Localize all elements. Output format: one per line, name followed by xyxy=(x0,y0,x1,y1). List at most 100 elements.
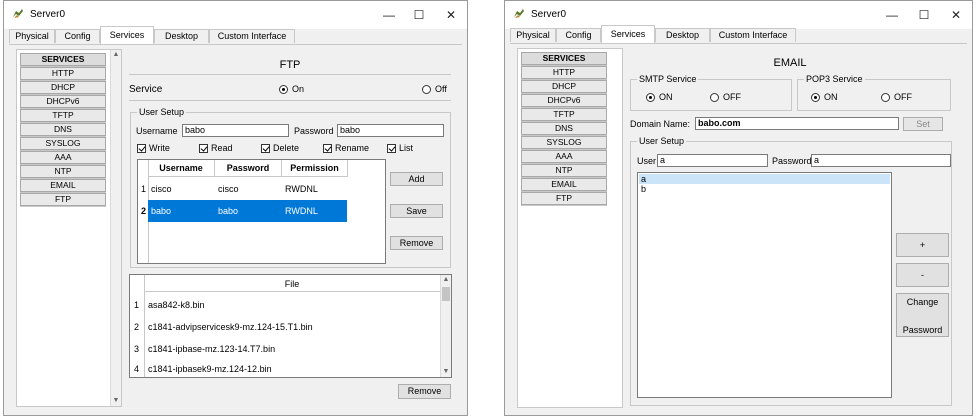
check-icon xyxy=(137,143,146,153)
scroll-down-icon[interactable]: ▼ xyxy=(441,367,451,377)
minimize-icon[interactable]: — xyxy=(374,5,404,25)
save-button[interactable]: Save xyxy=(390,204,443,218)
smtp-off-radio[interactable]: OFF xyxy=(710,92,741,102)
sidebar-item-aaa[interactable]: AAA xyxy=(521,150,607,163)
tab-desktop[interactable]: Desktop xyxy=(154,29,209,43)
remove-user-button[interactable]: Remove xyxy=(390,236,443,250)
sidebar-item-ntp[interactable]: NTP xyxy=(521,164,607,177)
cell-permission: RWDNL xyxy=(285,206,318,216)
tab-physical[interactable]: Physical xyxy=(9,29,55,43)
tab-services[interactable]: Services xyxy=(100,26,154,44)
radio-empty-icon xyxy=(422,84,431,94)
window-title: Server0 xyxy=(531,9,567,20)
domain-name-field[interactable]: babo.com xyxy=(695,117,899,130)
sidebar-item-ntp[interactable]: NTP xyxy=(20,165,106,178)
remove-user-button[interactable]: - xyxy=(896,263,949,287)
sidebar-item-syslog[interactable]: SYSLOG xyxy=(20,137,106,150)
password-label: Password xyxy=(294,126,334,136)
user-setup-label: User Setup xyxy=(637,136,687,146)
tab-bar: Physical Config Services Desktop Custom … xyxy=(9,26,462,45)
list-item[interactable]: b xyxy=(639,184,890,194)
list-checkbox[interactable]: List xyxy=(387,143,413,153)
delete-checkbox[interactable]: Delete xyxy=(261,143,299,153)
service-off-radio[interactable]: Off xyxy=(422,84,447,94)
on-label: On xyxy=(292,84,305,94)
file-list-scrollbar[interactable]: ▲ ▼ xyxy=(440,275,451,377)
sidebar-item-services[interactable]: SERVICES xyxy=(521,52,607,65)
read-checkbox[interactable]: Read xyxy=(199,143,233,153)
file-row[interactable]: 1 asa842-k8.bin xyxy=(130,295,440,316)
remove-file-button[interactable]: Remove xyxy=(398,384,451,399)
tab-custom-interface[interactable]: Custom Interface xyxy=(710,28,796,42)
password-field[interactable]: a xyxy=(811,154,951,167)
close-icon[interactable]: ✕ xyxy=(436,5,466,25)
scroll-up-icon[interactable]: ▲ xyxy=(111,50,121,60)
file-column-header: File xyxy=(284,279,300,289)
write-checkbox[interactable]: Write xyxy=(137,143,170,153)
file-row[interactable]: 3 c1841-ipbase-mz.123-14.T7.bin xyxy=(130,339,440,360)
off-label: OFF xyxy=(894,92,912,102)
sidebar-item-email[interactable]: EMAIL xyxy=(521,178,607,191)
cell-username: cisco xyxy=(151,184,172,194)
file-row[interactable]: 2 c1841-advipservicesk9-mz.124-15.T1.bin xyxy=(130,317,440,338)
tab-services[interactable]: Services xyxy=(601,25,655,43)
table-row[interactable]: 1 cisco cisco RWDNL xyxy=(138,178,385,200)
file-row[interactable]: 4 c1841-ipbasek9-mz.124-12.bin xyxy=(130,361,440,378)
scroll-thumb[interactable] xyxy=(442,287,450,301)
server-icon xyxy=(13,9,23,18)
sidebar-item-syslog[interactable]: SYSLOG xyxy=(521,136,607,149)
sidebar-item-ftp[interactable]: FTP xyxy=(521,192,607,205)
set-button[interactable]: Set xyxy=(903,117,943,131)
sidebar-item-http[interactable]: HTTP xyxy=(521,66,607,79)
password-label: Password xyxy=(772,156,812,166)
tab-custom-interface[interactable]: Custom Interface xyxy=(209,29,295,43)
add-button[interactable]: Add xyxy=(390,172,443,186)
tab-physical[interactable]: Physical xyxy=(510,28,556,42)
sidebar-item-aaa[interactable]: AAA xyxy=(20,151,106,164)
file-name: c1841-ipbase-mz.123-14.T7.bin xyxy=(148,344,276,354)
table-row-selected[interactable]: 2 babo babo RWDNL xyxy=(138,200,385,222)
add-user-button[interactable]: + xyxy=(896,233,949,257)
file-number: 3 xyxy=(134,344,140,354)
sidebar-item-services[interactable]: SERVICES xyxy=(20,53,106,66)
column-header-permission: Permission xyxy=(282,160,348,177)
maximize-icon[interactable]: ☐ xyxy=(909,5,939,25)
change-password-button[interactable]: Change Password xyxy=(896,293,949,337)
off-label: Off xyxy=(435,84,447,94)
pop3-on-radio[interactable]: ON xyxy=(811,92,838,102)
sidebar-item-dns[interactable]: DNS xyxy=(20,123,106,136)
tab-config[interactable]: Config xyxy=(55,29,100,43)
rename-checkbox[interactable]: Rename xyxy=(323,143,369,153)
sidebar-item-dns[interactable]: DNS xyxy=(521,122,607,135)
sidebar-item-dhcpv6[interactable]: DHCPv6 xyxy=(20,95,106,108)
title-bar: Server0 — ☐ ✕ xyxy=(4,1,467,29)
list-item-selected[interactable]: a xyxy=(639,174,890,184)
sidebar-item-ftp[interactable]: FTP xyxy=(20,193,106,206)
file-number: 1 xyxy=(134,300,140,310)
radio-selected-icon xyxy=(811,92,820,102)
tab-config[interactable]: Config xyxy=(556,28,601,42)
minimize-icon[interactable]: — xyxy=(877,5,907,25)
sidebar-item-tftp[interactable]: TFTP xyxy=(521,108,607,121)
close-icon[interactable]: ✕ xyxy=(941,5,971,25)
service-on-radio[interactable]: On xyxy=(279,84,304,94)
check-icon xyxy=(199,143,208,153)
sidebar-item-tftp[interactable]: TFTP xyxy=(20,109,106,122)
smtp-on-radio[interactable]: ON xyxy=(646,92,673,102)
username-field[interactable]: babo xyxy=(182,124,289,137)
maximize-icon[interactable]: ☐ xyxy=(404,5,434,25)
sidebar-item-dhcp[interactable]: DHCP xyxy=(521,80,607,93)
tab-desktop[interactable]: Desktop xyxy=(655,28,710,42)
scroll-up-icon[interactable]: ▲ xyxy=(441,275,451,285)
tab-bar: Physical Config Services Desktop Custom … xyxy=(510,25,967,44)
user-field[interactable]: a xyxy=(657,154,768,167)
sidebar-item-dhcp[interactable]: DHCP xyxy=(20,81,106,94)
file-name: c1841-ipbasek9-mz.124-12.bin xyxy=(148,364,272,374)
sidebar-scrollbar[interactable]: ▲ ▼ xyxy=(110,50,121,406)
scroll-down-icon[interactable]: ▼ xyxy=(111,396,121,406)
sidebar-item-email[interactable]: EMAIL xyxy=(20,179,106,192)
sidebar-item-http[interactable]: HTTP xyxy=(20,67,106,80)
sidebar-item-dhcpv6[interactable]: DHCPv6 xyxy=(521,94,607,107)
password-field[interactable]: babo xyxy=(337,124,444,137)
pop3-off-radio[interactable]: OFF xyxy=(881,92,912,102)
